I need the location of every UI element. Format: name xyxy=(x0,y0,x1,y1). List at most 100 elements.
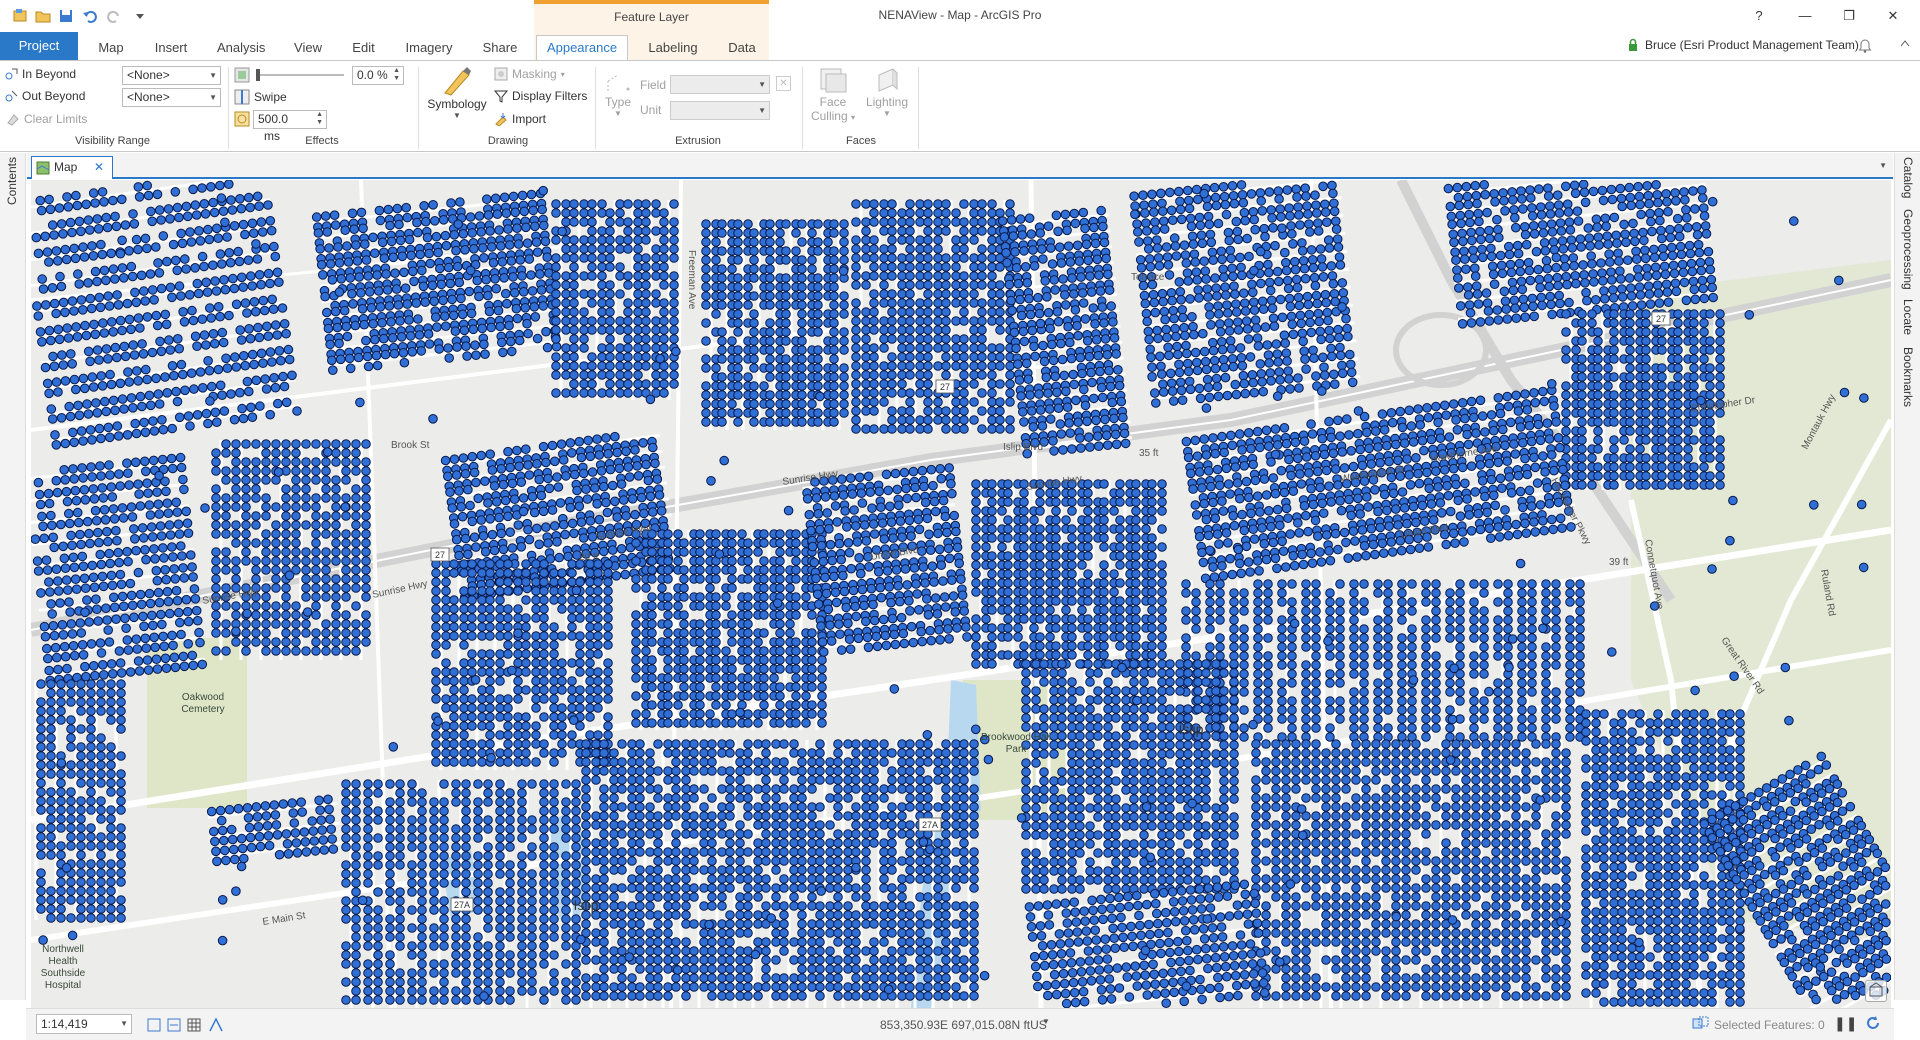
address-point[interactable] xyxy=(158,231,169,241)
address-point[interactable] xyxy=(524,534,535,545)
address-point[interactable] xyxy=(190,331,201,342)
address-point[interactable] xyxy=(765,354,775,364)
address-point[interactable] xyxy=(331,529,341,539)
address-point[interactable] xyxy=(459,667,469,677)
address-point[interactable] xyxy=(172,265,182,276)
address-point[interactable] xyxy=(647,574,657,584)
address-point[interactable] xyxy=(311,457,321,467)
address-point[interactable] xyxy=(549,622,559,632)
address-point[interactable] xyxy=(605,361,615,371)
transparency-slider[interactable] xyxy=(256,69,344,81)
address-point[interactable] xyxy=(361,574,371,584)
address-point[interactable] xyxy=(161,319,172,330)
address-point[interactable] xyxy=(663,547,673,557)
address-point[interactable] xyxy=(495,321,506,332)
address-point[interactable] xyxy=(575,658,585,668)
address-point[interactable] xyxy=(33,566,44,576)
address-point[interactable] xyxy=(887,424,897,434)
address-point[interactable] xyxy=(37,274,47,284)
address-point[interactable] xyxy=(765,336,775,346)
address-point[interactable] xyxy=(813,372,823,382)
address-point[interactable] xyxy=(517,271,527,281)
address-point[interactable] xyxy=(995,307,1005,317)
address-point[interactable] xyxy=(1651,180,1661,190)
address-point[interactable] xyxy=(651,262,661,272)
address-point[interactable] xyxy=(126,324,136,335)
address-point[interactable] xyxy=(477,712,487,722)
address-point[interactable] xyxy=(1175,204,1186,215)
address-point[interactable] xyxy=(651,370,661,380)
address-point[interactable] xyxy=(449,604,459,614)
address-point[interactable] xyxy=(148,416,158,426)
address-point[interactable] xyxy=(470,340,480,350)
address-point[interactable] xyxy=(623,462,634,472)
address-point[interactable] xyxy=(1556,226,1567,236)
address-point[interactable] xyxy=(467,748,477,758)
address-point[interactable] xyxy=(987,361,997,371)
address-point[interactable] xyxy=(951,415,961,425)
address-point[interactable] xyxy=(969,352,979,362)
address-point[interactable] xyxy=(172,507,183,518)
address-point[interactable] xyxy=(393,300,404,310)
address-point[interactable] xyxy=(456,502,467,512)
address-point[interactable] xyxy=(139,417,149,428)
address-point[interactable] xyxy=(281,637,291,647)
address-point[interactable] xyxy=(605,217,615,227)
address-point[interactable] xyxy=(1321,207,1331,218)
address-point[interactable] xyxy=(334,258,345,268)
address-point[interactable] xyxy=(449,721,459,731)
address-point[interactable] xyxy=(194,226,204,236)
address-point[interactable] xyxy=(112,290,122,300)
address-point[interactable] xyxy=(1231,307,1242,317)
address-point[interactable] xyxy=(1464,300,1475,310)
address-point[interactable] xyxy=(749,291,759,301)
address-point[interactable] xyxy=(1200,356,1211,367)
address-point[interactable] xyxy=(1616,274,1626,284)
address-point[interactable] xyxy=(923,415,933,425)
address-point[interactable] xyxy=(861,361,871,371)
address-point[interactable] xyxy=(524,254,535,264)
address-point[interactable] xyxy=(472,275,483,286)
address-point[interactable] xyxy=(1536,210,1547,220)
address-point[interactable] xyxy=(241,538,251,548)
address-point[interactable] xyxy=(599,481,609,492)
address-point[interactable] xyxy=(1286,221,1296,231)
flicker-icon[interactable] xyxy=(234,111,250,127)
address-point[interactable] xyxy=(1106,301,1116,311)
address-point[interactable] xyxy=(215,380,226,391)
address-point[interactable] xyxy=(1668,260,1679,271)
address-point[interactable] xyxy=(585,577,595,587)
address-point[interactable] xyxy=(1641,471,1651,481)
address-point[interactable] xyxy=(1707,282,1717,293)
address-point[interactable] xyxy=(67,629,78,639)
address-point[interactable] xyxy=(673,529,683,539)
address-point[interactable] xyxy=(587,226,597,236)
address-point[interactable] xyxy=(633,244,643,254)
address-point[interactable] xyxy=(959,352,969,362)
address-point[interactable] xyxy=(1654,298,1665,308)
lighting-button[interactable]: Lighting ▼ xyxy=(862,65,912,118)
address-point[interactable] xyxy=(1466,318,1477,328)
address-point[interactable] xyxy=(1163,342,1173,353)
address-point[interactable] xyxy=(879,280,889,290)
address-point[interactable] xyxy=(1643,281,1654,291)
address-point[interactable] xyxy=(1579,270,1589,280)
address-point[interactable] xyxy=(1005,361,1015,371)
address-point[interactable] xyxy=(126,261,137,272)
address-point[interactable] xyxy=(941,325,951,335)
address-point[interactable] xyxy=(1705,426,1715,436)
address-point[interactable] xyxy=(879,199,889,209)
address-point[interactable] xyxy=(130,287,140,298)
address-point[interactable] xyxy=(504,320,514,331)
address-point[interactable] xyxy=(67,296,78,306)
address-point[interactable] xyxy=(291,457,301,467)
address-point[interactable] xyxy=(1715,336,1725,346)
address-point[interactable] xyxy=(231,475,241,485)
address-point[interactable] xyxy=(510,207,521,218)
address-point[interactable] xyxy=(241,439,251,449)
address-point[interactable] xyxy=(63,202,74,212)
address-point[interactable] xyxy=(160,309,171,320)
address-point[interactable] xyxy=(727,399,737,409)
address-point[interactable] xyxy=(261,583,271,593)
address-point[interactable] xyxy=(229,414,240,425)
